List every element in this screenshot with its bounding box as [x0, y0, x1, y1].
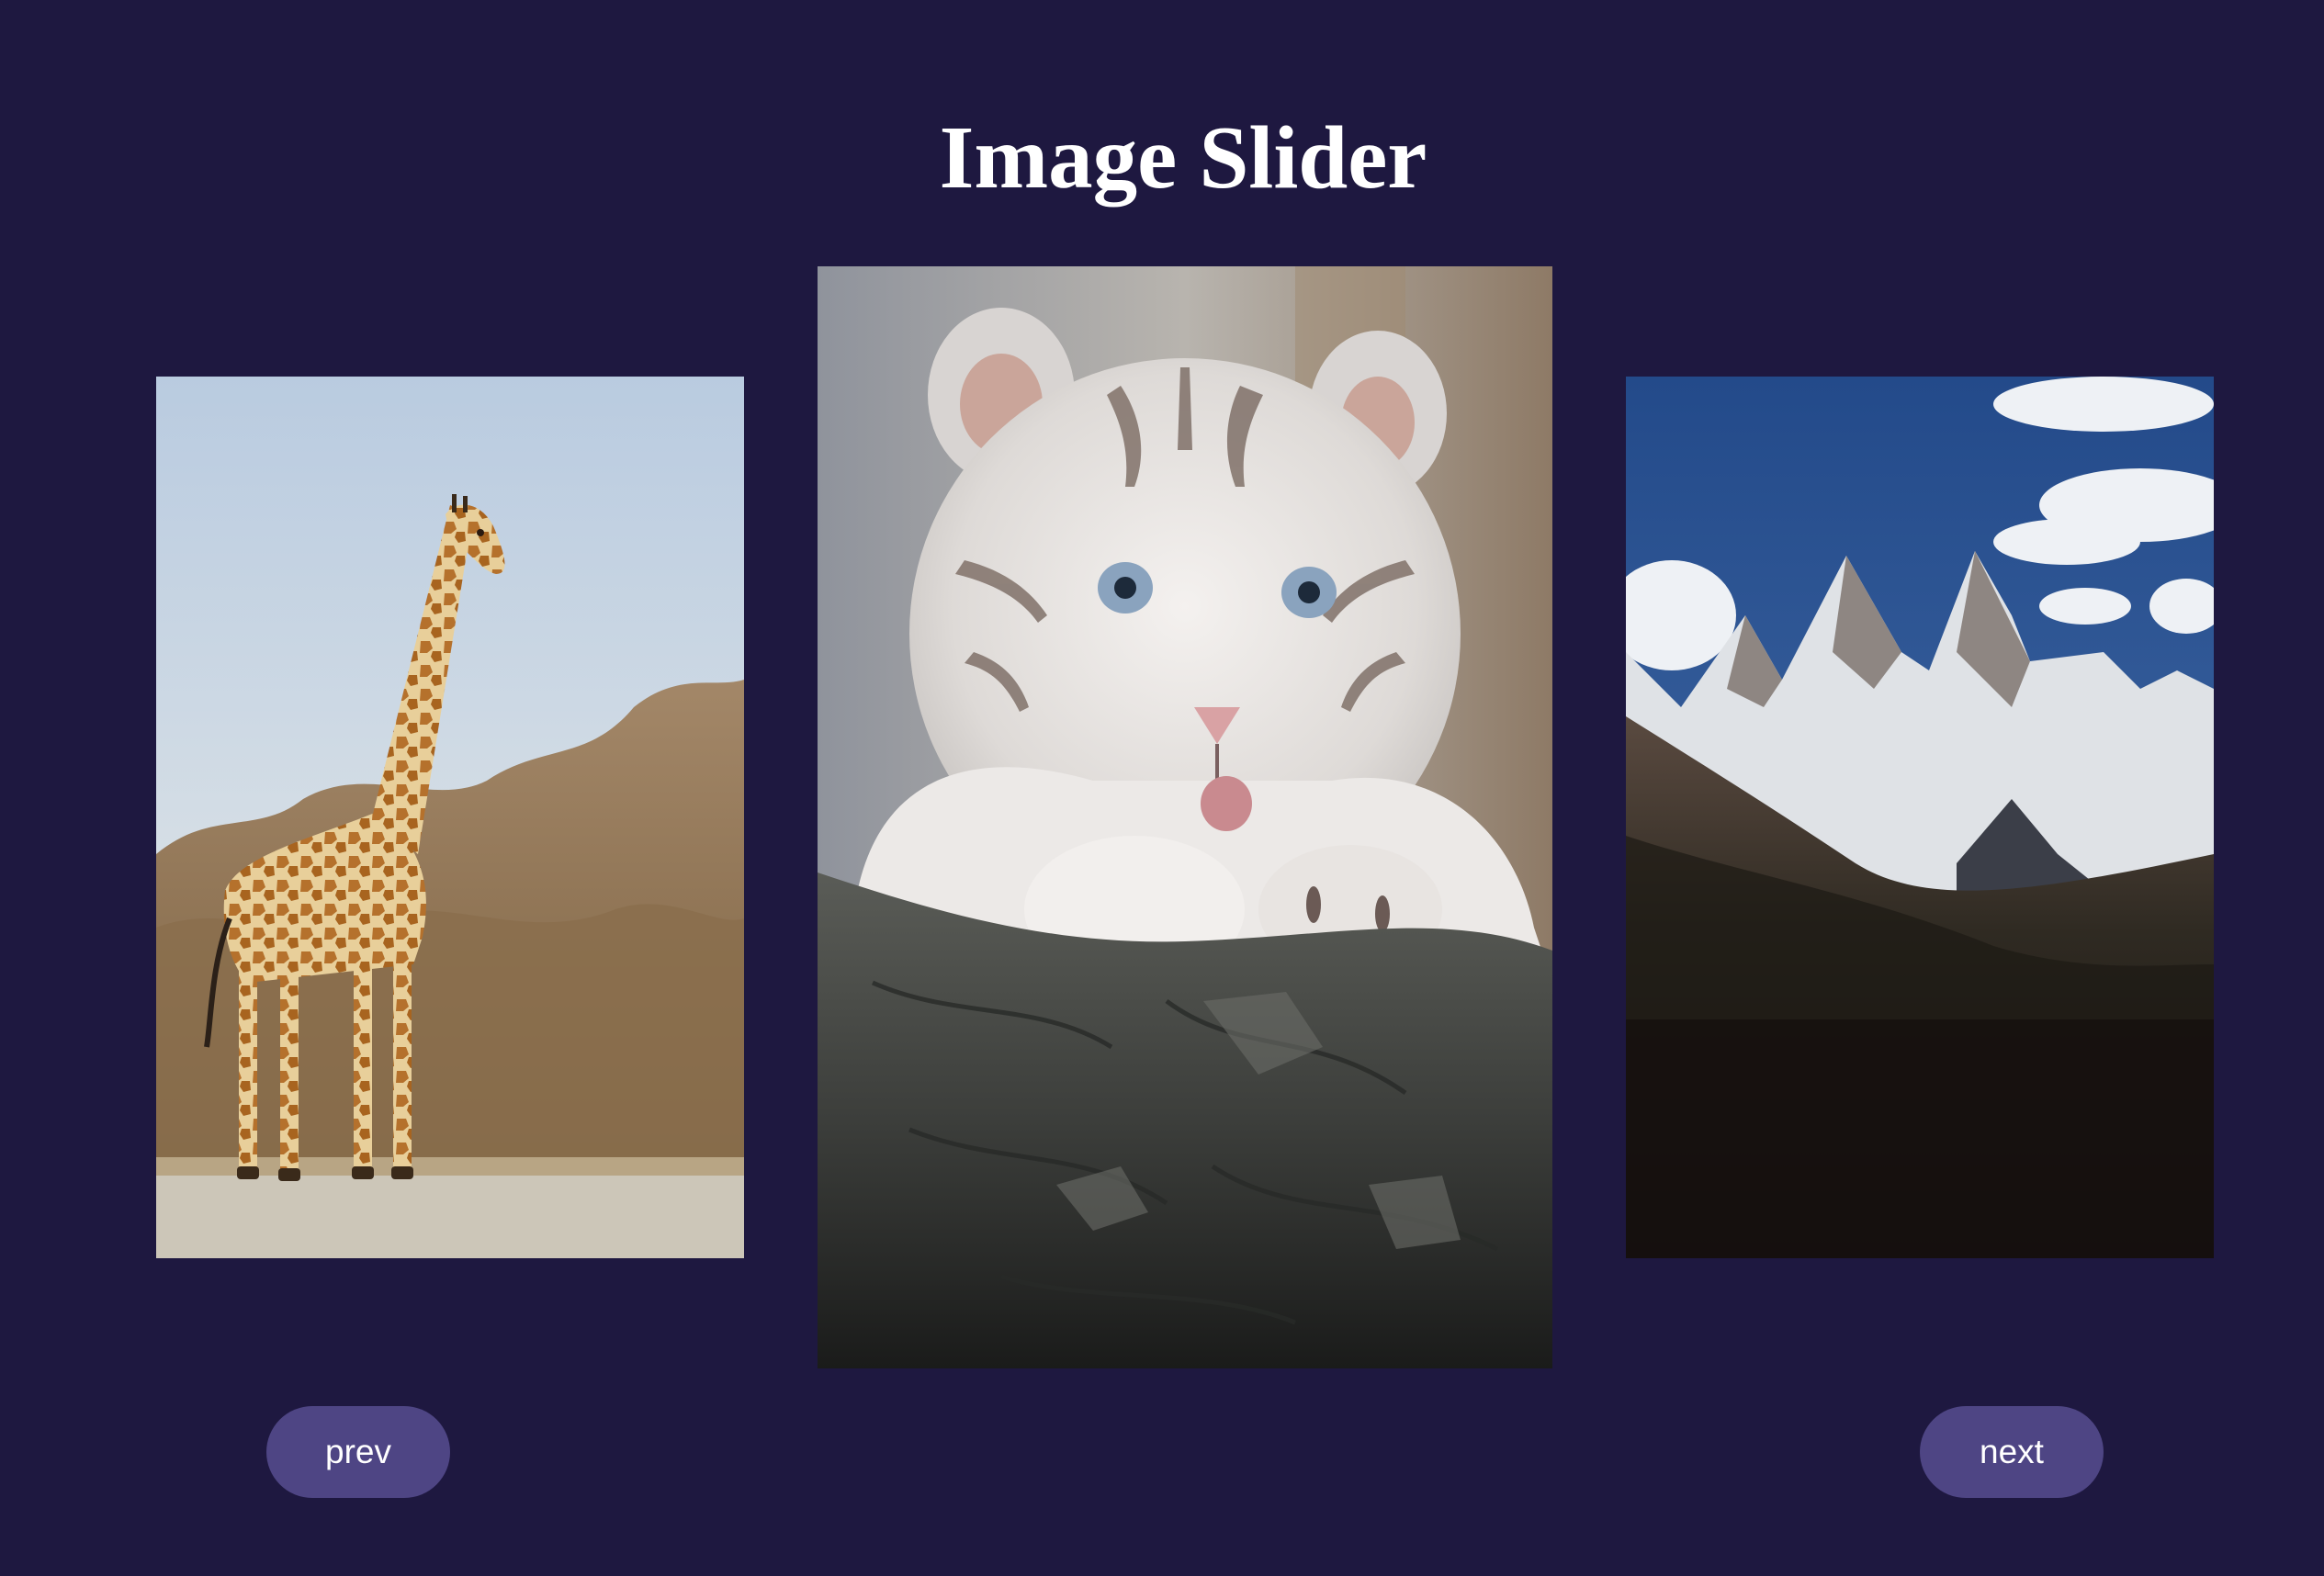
next-button[interactable]: next — [1920, 1406, 2104, 1498]
page-title: Image Slider — [939, 108, 1427, 207]
slide-mountain-image — [1626, 377, 2214, 1258]
slide-giraffe-image — [156, 377, 744, 1258]
prev-button[interactable]: prev — [266, 1406, 450, 1498]
slide-tiger-cub-image — [818, 266, 1552, 1368]
